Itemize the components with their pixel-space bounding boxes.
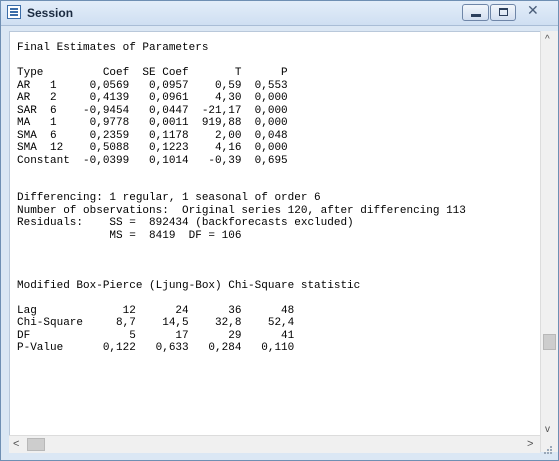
session-icon [7,5,21,19]
horizontal-scroll-thumb[interactable] [27,438,45,451]
maximize-button[interactable] [490,4,516,21]
vertical-scroll-thumb[interactable] [543,334,556,350]
minimize-button[interactable] [462,4,489,21]
horizontal-scrollbar[interactable]: < > [9,435,540,453]
vertical-scrollbar[interactable]: ^ v [540,31,558,452]
session-window: Session ✕ Final Estimates of Parameters … [0,0,559,461]
maximize-icon [499,8,508,16]
scroll-up-icon[interactable]: ^ [545,34,550,45]
minimize-icon [471,14,481,17]
close-button[interactable]: ✕ [517,3,549,21]
resize-grip-icon[interactable] [542,444,554,456]
session-output-pane[interactable]: Final Estimates of Parameters Type Coef … [9,31,542,437]
window-title: Session [27,6,74,20]
close-icon: ✕ [527,3,539,19]
title-bar[interactable]: Session ✕ [1,1,558,26]
session-output-text: Final Estimates of Parameters Type Coef … [17,42,466,354]
scroll-right-icon[interactable]: > [527,438,533,450]
scroll-left-icon[interactable]: < [13,438,19,450]
scroll-down-icon[interactable]: v [545,424,550,435]
